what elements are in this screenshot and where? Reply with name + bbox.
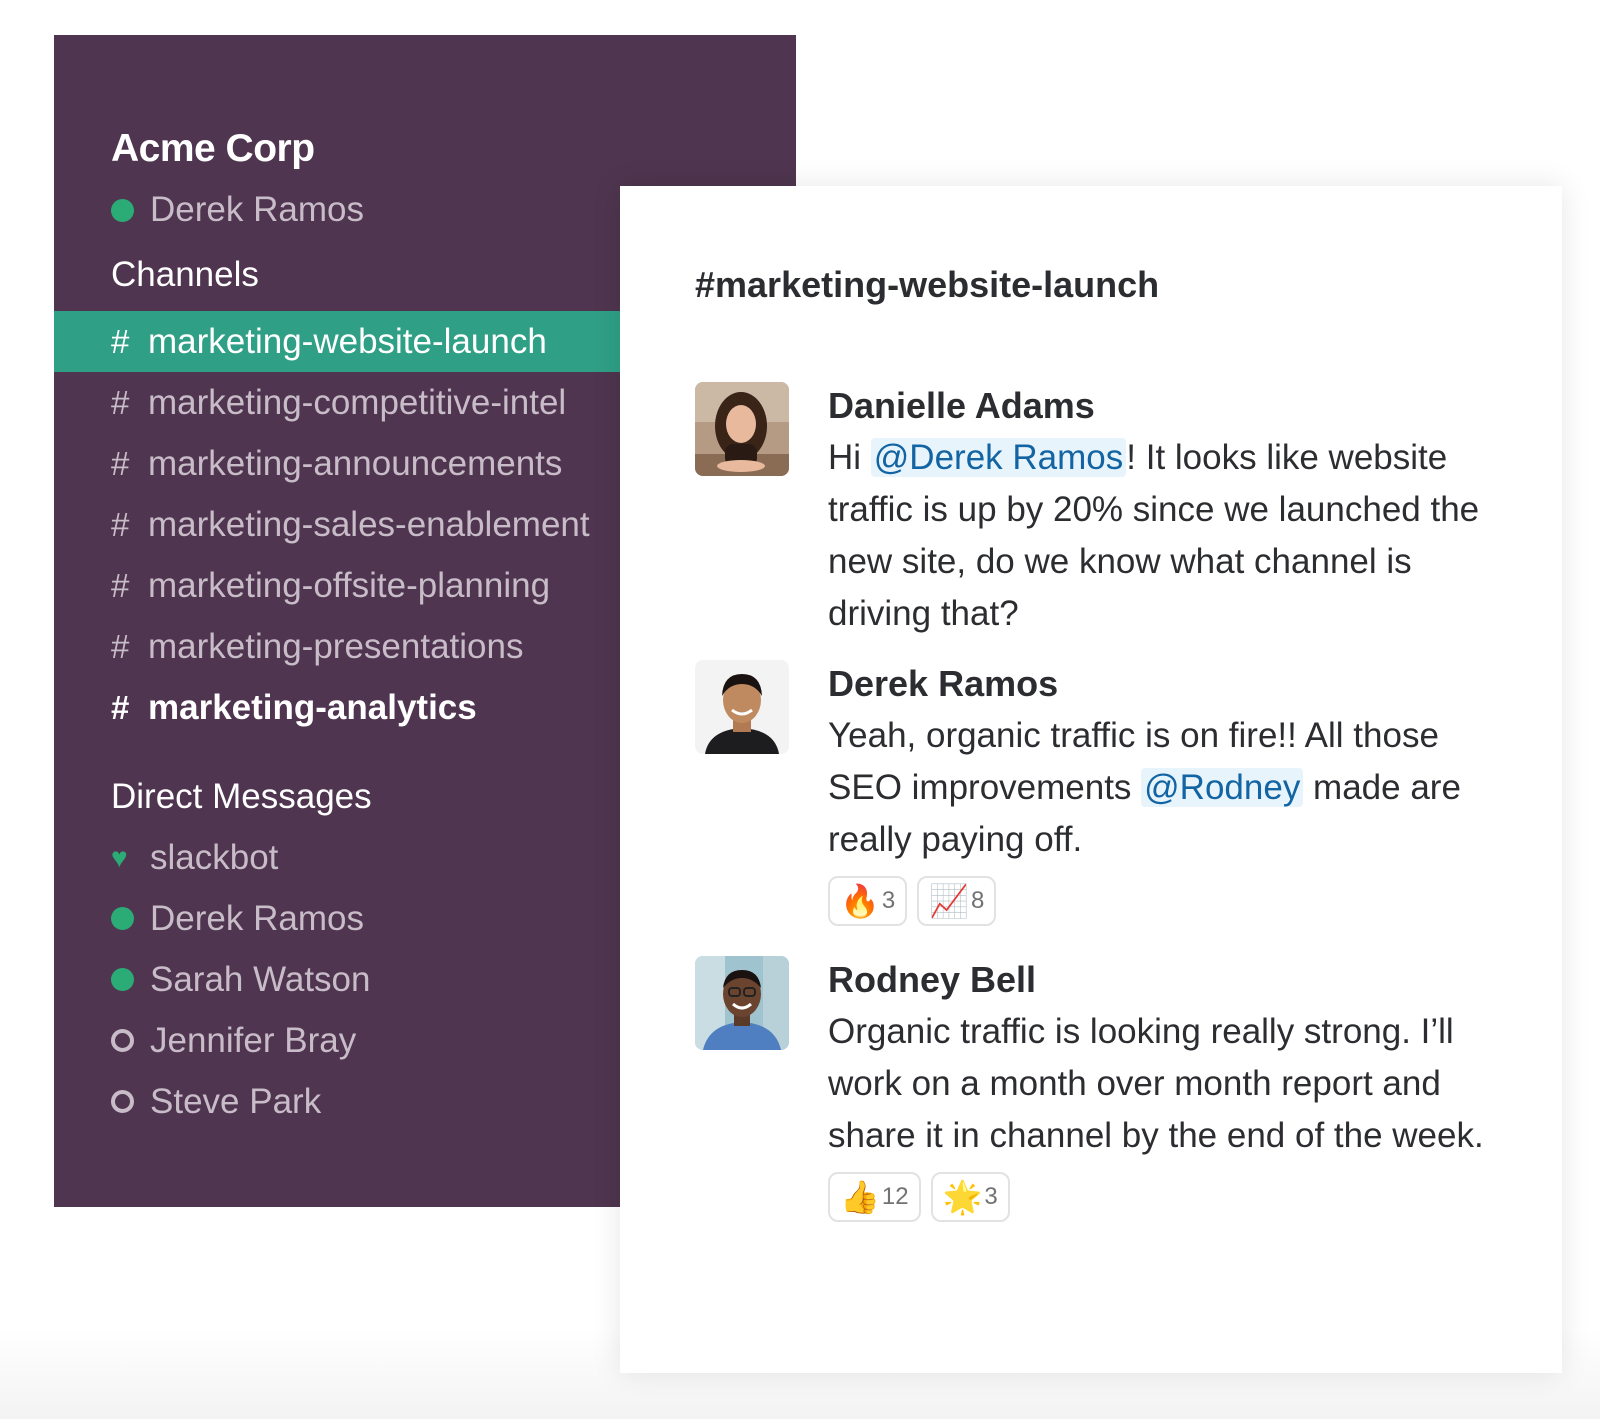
reaction-glowing-star[interactable]: 🌟 3 <box>930 1172 1010 1222</box>
reaction-count: 3 <box>881 887 896 914</box>
reaction-count: 8 <box>971 887 985 914</box>
presence-active-icon <box>111 968 134 991</box>
rodney-avatar-icon <box>695 956 789 1050</box>
channel-label: marketing-competitive-intel <box>148 382 567 422</box>
hash-icon: # <box>111 566 130 604</box>
avatar-rodney-bell[interactable] <box>695 956 789 1050</box>
current-user-name: Derek Ramos <box>150 190 364 229</box>
dm-label: Sarah Watson <box>150 959 371 999</box>
channel-label: marketing-announcements <box>148 443 563 483</box>
presence-away-icon <box>111 1090 134 1113</box>
heart-icon: ♥ <box>111 841 128 873</box>
avatar-danielle-adams[interactable] <box>695 382 789 476</box>
message-content: Derek Ramos Yeah, organic traffic is on … <box>828 660 1488 926</box>
message-text-part: Hi <box>828 438 871 477</box>
channels-header[interactable]: Channels <box>111 255 259 295</box>
message-text-part: Organic traffic is looking really strong… <box>828 1012 1484 1155</box>
dm-label: Steve Park <box>150 1081 322 1121</box>
hash-icon: # <box>111 322 130 360</box>
danielle-avatar-icon <box>695 382 789 476</box>
reaction-fire[interactable]: 🔥 3 <box>828 876 908 926</box>
message-content: Danielle Adams Hi @Derek Ramos! It looks… <box>828 382 1488 640</box>
channel-label: marketing-analytics <box>148 687 477 727</box>
dm-label: slackbot <box>150 837 279 877</box>
hash-icon: # <box>111 505 130 543</box>
chart-increasing-emoji-icon: 📈 <box>929 883 970 919</box>
user-mention[interactable]: @Derek Ramos <box>870 438 1127 477</box>
presence-away-icon <box>111 1029 134 1052</box>
channel-label: marketing-presentations <box>148 626 524 666</box>
message-text: Hi @Derek Ramos! It looks like website t… <box>828 432 1488 640</box>
hash-icon: # <box>111 688 130 726</box>
dm-label: Derek Ramos <box>150 898 364 938</box>
channel-label: marketing-website-launch <box>148 321 547 361</box>
message-content: Rodney Bell Organic traffic is looking r… <box>828 956 1488 1222</box>
reactions-bar: 🔥 3 📈 8 <box>828 876 1488 926</box>
avatar-derek-ramos[interactable] <box>695 660 789 754</box>
chat-panel: #marketing-website-launch Danielle Adams… <box>620 186 1562 1373</box>
reaction-chart-increasing[interactable]: 📈 8 <box>917 876 997 926</box>
thumbs-up-emoji-icon: 👍 <box>840 1179 880 1215</box>
hash-icon: # <box>111 627 130 665</box>
user-mention[interactable]: @Rodney <box>1141 768 1304 807</box>
message-sender[interactable]: Danielle Adams <box>828 380 1488 432</box>
current-user[interactable]: Derek Ramos <box>111 190 364 229</box>
message-text: Yeah, organic traffic is on fire!! All t… <box>828 710 1488 866</box>
reaction-thumbs-up[interactable]: 👍 12 <box>828 1172 921 1222</box>
channel-label: marketing-sales-enablement <box>148 504 590 544</box>
reactions-bar: 👍 12 🌟 3 <box>828 1172 1488 1222</box>
message-text: Organic traffic is looking really strong… <box>828 1006 1488 1162</box>
glowing-star-emoji-icon: 🌟 <box>942 1179 983 1215</box>
reaction-count: 12 <box>881 1183 909 1210</box>
channel-label: marketing-offsite-planning <box>148 565 551 605</box>
direct-messages-header[interactable]: Direct Messages <box>111 777 372 817</box>
presence-active-icon <box>111 198 134 222</box>
presence-active-icon <box>111 907 134 930</box>
hash-icon: # <box>111 383 130 421</box>
workspace-name[interactable]: Acme Corp <box>111 127 315 171</box>
fire-emoji-icon: 🔥 <box>840 883 880 919</box>
channel-title[interactable]: #marketing-website-launch <box>695 264 1159 306</box>
message-sender[interactable]: Derek Ramos <box>828 658 1488 710</box>
reaction-count: 3 <box>984 1183 998 1210</box>
message-sender[interactable]: Rodney Bell <box>828 954 1488 1006</box>
hash-icon: # <box>111 444 130 482</box>
dm-label: Jennifer Bray <box>150 1020 357 1060</box>
derek-avatar-icon <box>695 660 789 754</box>
